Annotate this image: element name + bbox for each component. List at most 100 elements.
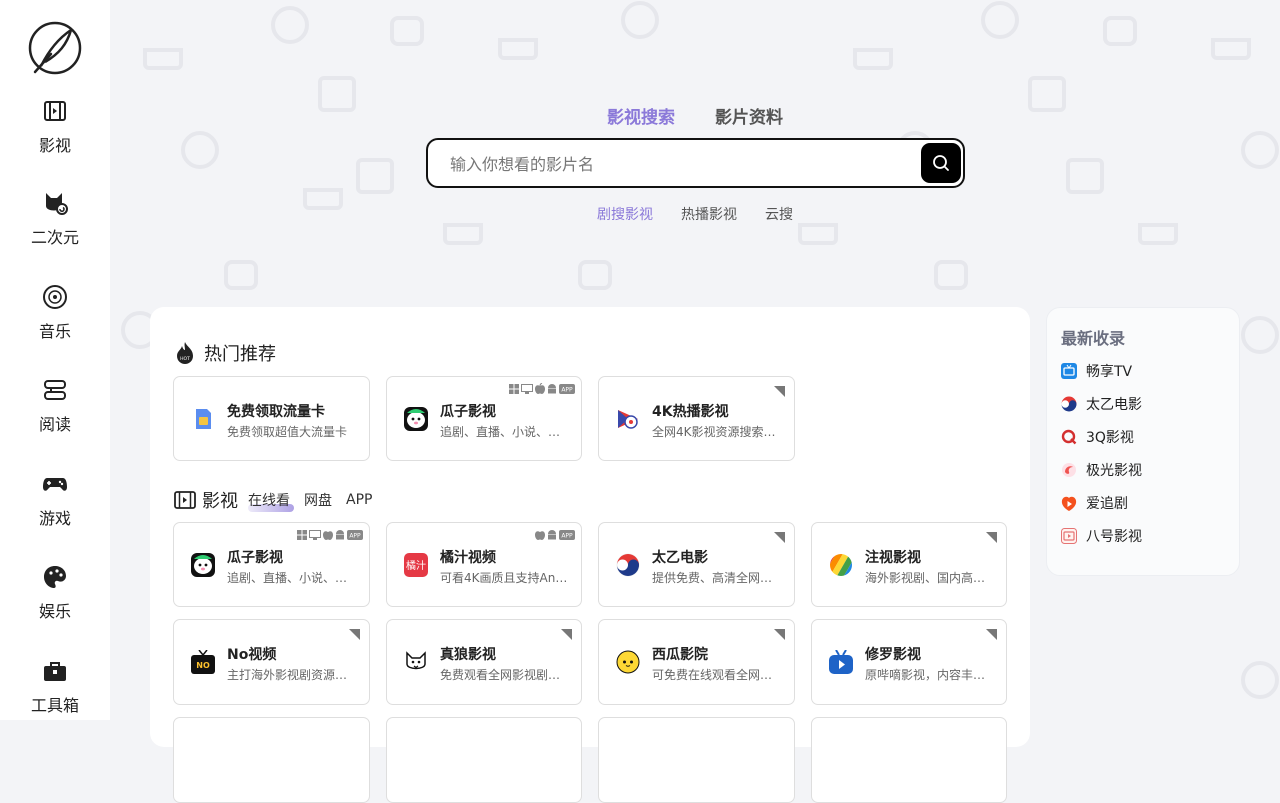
tab-netdisk[interactable]: 网盘: [304, 490, 332, 510]
latest-item[interactable]: 八号影视: [1061, 526, 1142, 546]
search-tabs: 影视搜索 影片资料: [0, 103, 1280, 128]
corner-arrow-icon: [774, 532, 785, 543]
site-card[interactable]: 西瓜影院 可免费在线观看全网影视…: [598, 619, 795, 705]
site-name: 西瓜影院: [652, 647, 708, 663]
corner-arrow-icon: [774, 629, 785, 640]
site-desc: 免费观看全网影视剧…: [440, 668, 561, 682]
bahao-icon: [1061, 528, 1077, 544]
movies-subtabs: 在线看 网盘 APP: [248, 490, 372, 512]
sidebar-item-toolbox[interactable]: 工具箱: [0, 658, 110, 738]
section-heading: 热门推荐: [204, 344, 276, 365]
site-card[interactable]: 免费领取流量卡 免费领取超值大流量卡: [173, 376, 370, 461]
hot-section-title: HOT 热门推荐: [174, 340, 276, 366]
corner-arrow-icon: [774, 386, 785, 397]
site-card[interactable]: 太乙电影 提供免费、高清全网影视…: [598, 522, 795, 607]
tab-online[interactable]: 在线看: [248, 490, 294, 512]
juzhi-icon: 橘汁: [404, 553, 428, 577]
site-card[interactable]: [173, 717, 370, 803]
sidebar-item-reading[interactable]: 阅读: [0, 377, 110, 457]
android-icon: [548, 384, 556, 394]
tab-app[interactable]: APP: [346, 492, 372, 508]
sidebar-item-anime[interactable]: 二次元: [0, 190, 110, 270]
search-icon: [933, 155, 949, 171]
xigua-icon: [616, 650, 640, 674]
site-desc: 可免费在线观看全网影视…: [652, 668, 780, 682]
engine-jusou[interactable]: 剧搜影视: [597, 204, 653, 224]
sidebar-item-label: 娱乐: [38, 602, 71, 621]
panel-title: 最新收录: [1061, 329, 1126, 348]
sidebar-item-games[interactable]: 游戏: [0, 471, 110, 551]
site-card[interactable]: 注视影视 海外影视剧、国内高清…: [811, 522, 1007, 607]
mac-icon: [521, 383, 533, 394]
site-name: 瓜子影视: [440, 404, 496, 420]
site-name: 4K热播影视: [652, 404, 729, 420]
changxiang-tv-icon: [1061, 363, 1077, 379]
site-card[interactable]: 修罗影视 原哔嘀影视，内容丰富…: [811, 619, 1007, 705]
gamepad-icon: [43, 478, 67, 491]
windows-icon: [509, 383, 519, 394]
app-badge-icon: APP: [559, 529, 575, 540]
app-badge-icon: APP: [559, 383, 575, 394]
platform-badges: APP: [297, 529, 363, 540]
windows-icon: [297, 529, 307, 540]
site-card[interactable]: 真狼影视 免费观看全网影视剧…: [386, 619, 582, 705]
site-card[interactable]: [598, 717, 795, 803]
site-desc: 提供免费、高清全网影视…: [652, 571, 780, 585]
corner-arrow-icon: [349, 629, 360, 640]
svg-text:APP: APP: [561, 386, 573, 393]
site-name: 橘汁视频: [440, 550, 496, 566]
latest-item[interactable]: 畅享TV: [1061, 361, 1132, 381]
site-card[interactable]: NO No视频 主打海外影视剧资源的…: [173, 619, 370, 705]
sidebar-item-label: 阅读: [38, 415, 71, 434]
latest-item-name: 3Q影视: [1086, 430, 1134, 446]
site-card[interactable]: APP 瓜子影视 追剧、直播、小说、漫画…: [173, 522, 370, 607]
site-desc: 可看4K画质且支持Android…: [440, 571, 568, 585]
latest-item[interactable]: 爱追剧: [1061, 493, 1128, 513]
site-desc: 主打海外影视剧资源的…: [227, 668, 355, 682]
tab-movie-info[interactable]: 影片资料: [715, 103, 783, 128]
engine-rebo[interactable]: 热播影视: [681, 204, 737, 224]
apple-icon: [535, 531, 545, 540]
platform-badges: APP: [509, 383, 575, 394]
latest-item[interactable]: 3Q影视: [1061, 427, 1134, 447]
svg-text:NO: NO: [196, 661, 210, 670]
android-icon: [336, 530, 344, 540]
site-desc: 追剧、直播、小说、漫画…: [227, 571, 355, 585]
disc-icon: [43, 285, 67, 309]
sidebar-item-entertainment[interactable]: 娱乐: [0, 564, 110, 644]
search-button[interactable]: [921, 143, 961, 183]
corner-arrow-icon: [986, 532, 997, 543]
search-input[interactable]: [448, 140, 912, 188]
latest-item[interactable]: 极光影视: [1061, 460, 1142, 480]
engine-yunsou[interactable]: 云搜: [765, 204, 793, 224]
latest-item-name: 极光影视: [1086, 463, 1142, 479]
section-heading: 影视: [202, 491, 238, 512]
svg-text:APP: APP: [349, 532, 361, 539]
latest-item-name: 八号影视: [1086, 529, 1142, 545]
site-name: 瓜子影视: [227, 550, 283, 566]
xiuluo-icon: [829, 650, 853, 674]
mac-icon: [309, 529, 321, 540]
site-desc: 免费领取超值大流量卡: [227, 425, 348, 439]
taiyi-icon: [1061, 396, 1077, 412]
sidebar-item-label: 工具箱: [30, 696, 79, 715]
site-desc: 原哔嘀影视，内容丰富…: [865, 668, 993, 682]
taiyi-icon: [616, 553, 640, 577]
tab-movie-search[interactable]: 影视搜索: [607, 103, 675, 128]
site-card[interactable]: [386, 717, 582, 803]
site-card[interactable]: APP 瓜子影视 追剧、直播、小说、漫画…: [386, 376, 582, 461]
site-card[interactable]: 4K热播影视 全网4K影视资源搜索…: [598, 376, 795, 461]
latest-item-name: 爱追剧: [1086, 496, 1128, 512]
android-icon: [548, 530, 556, 540]
latest-additions-panel: 最新收录 畅享TV 太乙电影 3Q影视 极光影视 爱追剧 八号影视: [1046, 307, 1240, 576]
movies-section-title: 影视 在线看 网盘 APP: [174, 487, 372, 513]
aizhuiju-icon: [1061, 496, 1077, 511]
site-card[interactable]: APP 橘汁 橘汁视频 可看4K画质且支持Android…: [386, 522, 582, 607]
site-name: 真狼影视: [440, 647, 496, 663]
latest-item[interactable]: 太乙电影: [1061, 394, 1142, 414]
site-name: 修罗影视: [865, 647, 921, 663]
search-engine-options: 剧搜影视 热播影视 云搜: [0, 204, 1280, 224]
sidebar-item-music[interactable]: 音乐: [0, 284, 110, 364]
site-card[interactable]: [811, 717, 1007, 803]
site-name: No视频: [227, 647, 277, 663]
